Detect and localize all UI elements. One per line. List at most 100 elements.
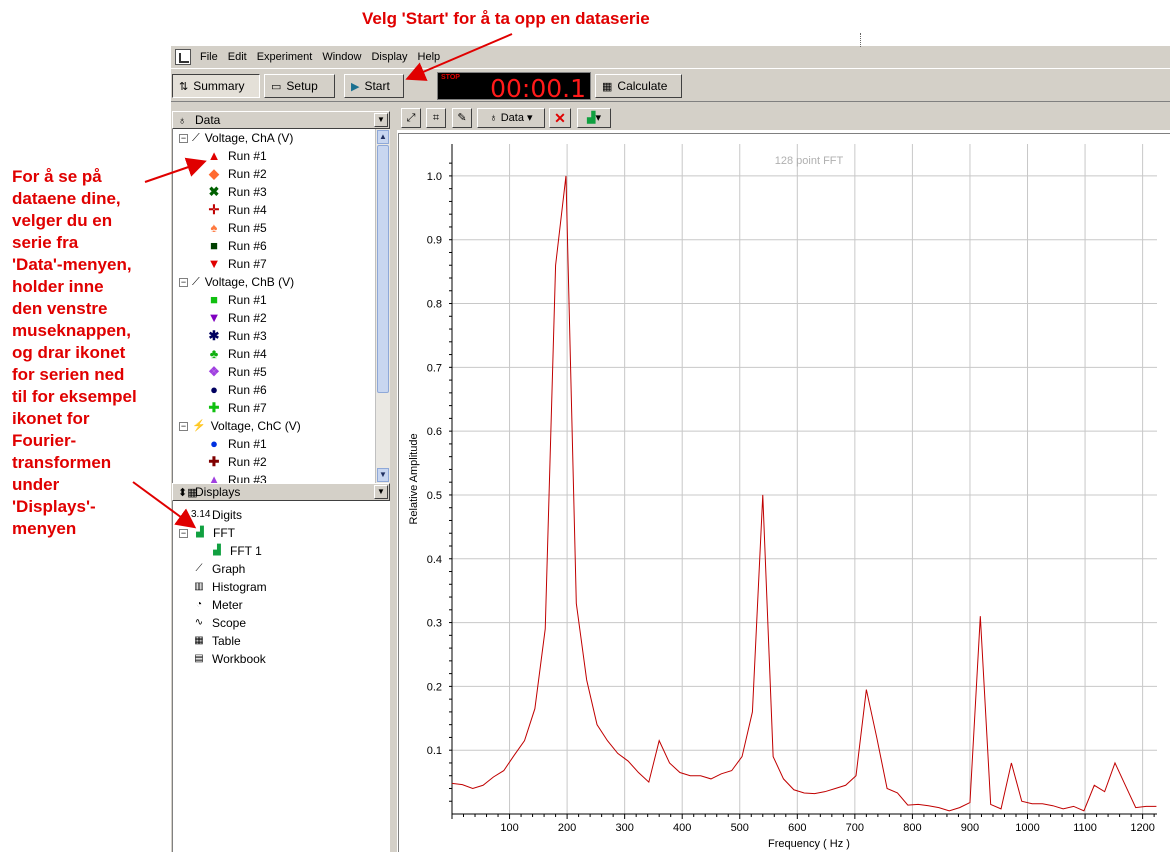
display-options-button[interactable]: ▟▾ — [577, 108, 611, 128]
y-tick-label: 1.0 — [427, 171, 442, 183]
run-item[interactable]: ▼ Run #7 — [207, 255, 267, 273]
run-symbol-icon: ✛ — [208, 202, 220, 217]
data-group-row[interactable]: − ⚡ Voltage, ChC (V) — [179, 417, 301, 435]
menu-display[interactable]: Display — [366, 46, 412, 68]
menu-edit[interactable]: Edit — [223, 46, 252, 68]
run-item[interactable]: ■ Run #6 — [207, 237, 267, 255]
run-item[interactable]: ◆ Run #2 — [207, 165, 267, 183]
displays-panel-header[interactable]: ⬍▦ Displays ▼ — [172, 483, 390, 501]
run-item[interactable]: ● Run #1 — [207, 435, 267, 453]
run-item[interactable]: ● Run #6 — [207, 381, 267, 399]
annotation-line: og drar ikonet — [12, 343, 126, 362]
run-item[interactable]: ▲ Run #3 — [207, 471, 267, 483]
display-item[interactable]: ⟋ Graph — [191, 560, 246, 578]
fft-chart-svg: 100 200 300 400 500 600 700 800 900 1000 1100 1200 0… — [408, 144, 1157, 850]
data-group-row[interactable]: − ⟋ Voltage, ChB (V) — [179, 273, 294, 291]
fft-chart[interactable]: 100 200 300 400 500 600 700 800 900 1000 1100 1200 0… — [398, 133, 1170, 852]
display-item[interactable]: − ▟ FFT — [179, 524, 235, 542]
data-panel-title: Data — [195, 113, 221, 127]
run-item[interactable]: ✚ Run #7 — [207, 399, 267, 417]
chevron-down-icon[interactable]: ▼ — [374, 485, 388, 499]
window-divider — [860, 33, 861, 47]
scroll-up-icon[interactable]: ▲ — [377, 130, 389, 144]
start-button[interactable]: ▶ Start — [344, 74, 404, 98]
collapse-icon[interactable]: − — [179, 277, 188, 287]
run-label: Run #1 — [228, 149, 267, 163]
annotation-line: transformen — [12, 453, 112, 472]
scope-icon: ∿ — [194, 617, 204, 628]
scroll-thumb[interactable] — [377, 145, 389, 393]
run-symbol-icon: ❖ — [208, 364, 220, 379]
menu-help[interactable]: Help — [413, 46, 446, 68]
summary-button[interactable]: ⇅ Summary — [172, 74, 260, 98]
voltage-sensor-icon: ⚡ — [192, 420, 206, 432]
run-item[interactable]: ✚ Run #2 — [207, 453, 267, 471]
display-item-label: Workbook — [212, 652, 266, 666]
annotation-line: ikonet for — [12, 409, 90, 428]
run-item[interactable]: ✛ Run #4 — [207, 201, 267, 219]
display-item[interactable]: ▟ FFT 1 — [209, 542, 262, 560]
run-item[interactable]: ▲ Run #1 — [207, 147, 267, 165]
chart-toolbar: ⤢ ⌗ ✎ ♁ Data ▾ ✕ ▟▾ — [397, 106, 1170, 130]
run-symbol-icon: ● — [210, 436, 218, 451]
x-tick-label: 700 — [846, 822, 864, 834]
run-item[interactable]: ♠ Run #5 — [207, 219, 267, 237]
annotation-line: museknappen, — [12, 321, 132, 340]
display-item[interactable]: ▥ Histogram — [191, 578, 266, 596]
run-label: Run #7 — [228, 257, 267, 271]
run-item[interactable]: ▼ Run #2 — [207, 309, 267, 327]
collapse-icon[interactable]: − — [179, 421, 188, 431]
run-item[interactable]: ♣ Run #4 — [207, 345, 267, 363]
display-item[interactable]: 3.14 Digits — [191, 506, 242, 524]
menu-file[interactable]: File — [195, 46, 223, 68]
run-item[interactable]: ■ Run #1 — [207, 291, 267, 309]
data-icon: ♁ — [489, 112, 501, 124]
display-item[interactable]: ◔ Meter — [191, 596, 243, 614]
run-label: Run #3 — [228, 329, 267, 343]
run-item[interactable]: ✖ Run #3 — [207, 183, 267, 201]
data-scrollbar[interactable]: ▲ ▼ — [375, 129, 390, 483]
display-item[interactable]: ▦ Table — [191, 632, 240, 650]
menu-bar: File Edit Experiment Window Display Help — [171, 46, 1170, 68]
run-symbol-icon: ♣ — [209, 346, 219, 361]
display-item[interactable]: ∿ Scope — [191, 614, 246, 632]
run-symbol-icon: ■ — [210, 238, 218, 253]
display-item-label: Graph — [212, 562, 246, 576]
app-icon — [175, 49, 191, 65]
annotation-line: dataene dine, — [12, 189, 121, 208]
scale-to-fit-icon[interactable]: ⤢ — [401, 108, 421, 128]
calculator-icon: ▦ — [602, 80, 613, 93]
annotation-line: For å se på — [12, 167, 102, 186]
calculate-button[interactable]: ▦ Calculate — [595, 74, 682, 98]
run-label: Run #4 — [228, 203, 267, 217]
annotation-line: til for eksempel — [12, 387, 137, 406]
setup-button[interactable]: ▭ Setup — [264, 74, 335, 98]
collapse-icon[interactable]: − — [179, 133, 188, 143]
run-label: Run #3 — [228, 185, 267, 199]
run-item[interactable]: ✱ Run #3 — [207, 327, 267, 345]
displays-list: 3.14 Digits − ▟ FFT ▟ FFT 1 ⟋ Graph ▥ Histogram ◔ Me… — [172, 501, 390, 852]
run-label: Run #6 — [228, 239, 267, 253]
delete-icon[interactable]: ✕ — [549, 108, 571, 128]
chevron-down-icon[interactable]: ▼ — [374, 113, 388, 127]
fft-display-window: ⤢ ⌗ ✎ ♁ Data ▾ ✕ ▟▾ 100 200 300 400 500 600 70… — [397, 106, 1170, 852]
color-tool-icon[interactable]: ✎ — [452, 108, 472, 128]
data-panel-header[interactable]: ♁ Data ▼ — [172, 111, 390, 129]
data-group-row[interactable]: − ⟋ Voltage, ChA (V) — [179, 129, 293, 147]
smart-cursor-icon[interactable]: ⌗ — [426, 108, 446, 128]
summary-icon: ⇅ — [179, 80, 189, 93]
y-tick-label: 0.7 — [427, 362, 442, 374]
annotation-line: serie fra — [12, 233, 79, 252]
x-tick-label: 200 — [558, 822, 576, 834]
run-item[interactable]: ❖ Run #5 — [207, 363, 267, 381]
display-item[interactable]: ▤ Workbook — [191, 650, 266, 668]
scroll-down-icon[interactable]: ▼ — [377, 468, 389, 482]
menu-experiment[interactable]: Experiment — [252, 46, 318, 68]
menu-window[interactable]: Window — [317, 46, 366, 68]
data-select-button[interactable]: ♁ Data ▾ — [477, 108, 545, 128]
collapse-icon[interactable]: − — [179, 528, 188, 538]
fft-series-line — [451, 175, 1157, 812]
annotation-line: velger du en — [12, 211, 113, 230]
run-symbol-icon: ▲ — [207, 148, 221, 163]
run-label: Run #3 — [228, 473, 267, 483]
